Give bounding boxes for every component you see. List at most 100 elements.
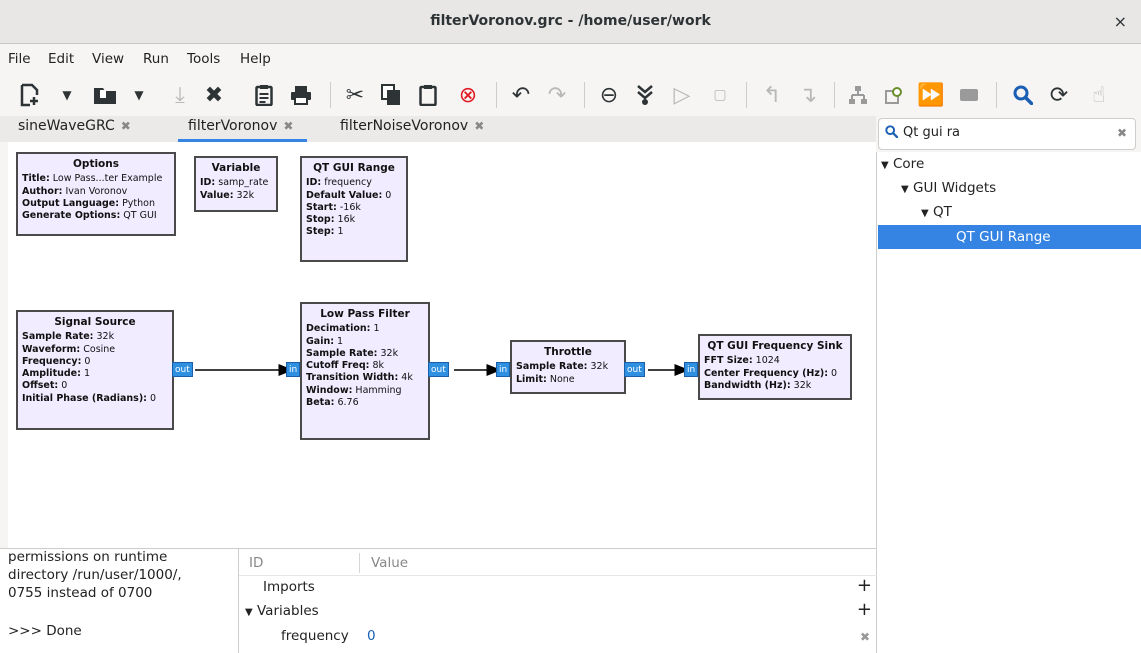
block-options[interactable]: Options Title: Low Pass...ter Example Au… (16, 152, 176, 236)
variable-value[interactable]: 0 (367, 628, 376, 644)
add-import-button[interactable]: + (857, 575, 872, 596)
block-qt-gui-frequency-sink[interactable]: QT GUI Frequency Sink FFT Size: 1024 Cen… (698, 334, 852, 400)
cut-icon[interactable]: ✂ (342, 80, 368, 110)
window-close-button[interactable]: × (1114, 12, 1127, 31)
tree-node-qt[interactable]: ▼ QT (921, 200, 1141, 224)
console-output: permissions on runtime directory /run/us… (0, 548, 238, 653)
variable-editor: ID Value Imports + ▼ Variables + frequen… (238, 548, 877, 653)
toolbar-separator (746, 82, 747, 108)
run-icon[interactable]: ⏩ (917, 80, 944, 110)
port-out[interactable]: out (624, 362, 645, 377)
toolbar-separator (584, 82, 585, 108)
find-block-icon[interactable] (882, 80, 906, 110)
clear-search-icon[interactable]: ✖ (1117, 126, 1127, 140)
port-in[interactable]: in (496, 362, 511, 377)
tree-node-qt-gui-range[interactable]: QT GUI Range (878, 225, 1141, 249)
block-throttle[interactable]: Throttle Sample Rate: 32k Limit: None (510, 340, 626, 394)
block-qt-gui-range[interactable]: QT GUI Range ID: frequency Default Value… (300, 156, 408, 262)
block-title: Options (73, 158, 119, 170)
block-library-tree: ▼ Core ▼ GUI Widgets ▼ QT QT GUI Range (876, 152, 1141, 653)
delete-icon[interactable]: ⊗ (455, 80, 481, 110)
expander-icon: ▼ (881, 160, 889, 171)
kill-icon[interactable] (956, 80, 982, 110)
stop-icon[interactable]: ▢ (708, 80, 732, 110)
block-variable[interactable]: Variable ID: samp_rate Value: 32k (194, 156, 278, 212)
tab-label: sineWaveGRC (18, 118, 115, 134)
print-icon[interactable] (288, 80, 314, 110)
expander-icon: ▼ (245, 607, 253, 618)
report-icon[interactable] (252, 80, 276, 110)
tab-close-icon[interactable]: ✖ (283, 119, 293, 133)
new-icon[interactable] (16, 80, 44, 110)
reload-icon[interactable]: ⟳ (1046, 80, 1072, 110)
tab-filternoisevoronov[interactable]: filterNoiseVoronov ✖ (340, 116, 484, 142)
port-in[interactable]: in (286, 362, 301, 377)
block-title: QT GUI Range (313, 162, 395, 174)
toolbar-separator (996, 82, 997, 108)
block-title: Signal Source (54, 316, 136, 328)
execute-icon[interactable]: ▷ (670, 80, 694, 110)
tab-close-icon[interactable]: ✖ (121, 119, 131, 133)
column-header-value[interactable]: Value (371, 555, 408, 571)
menu-help[interactable]: Help (240, 51, 271, 67)
row-variables[interactable]: ▼ Variables (245, 603, 319, 619)
block-search: ✖ (878, 118, 1136, 150)
menu-edit[interactable]: Edit (48, 51, 74, 67)
toolbar-separator (330, 82, 331, 108)
tab-close-icon[interactable]: ✖ (474, 119, 484, 133)
paste-icon[interactable] (415, 80, 441, 110)
tab-sinewavegrc[interactable]: sineWaveGRC ✖ (18, 116, 131, 142)
save-icon[interactable]: ⤓ (168, 80, 192, 110)
console-line: 0755 instead of 0700 (8, 585, 153, 601)
toolbar-separator (496, 82, 497, 108)
expander-icon: ▼ (921, 208, 929, 219)
tree-node-core[interactable]: ▼ Core (881, 152, 1141, 176)
block-title: Variable (211, 162, 261, 174)
remove-variable-icon[interactable]: ✖ (860, 630, 870, 644)
expander-icon: ▼ (901, 184, 909, 195)
block-signal-source[interactable]: Signal Source Sample Rate: 32k Waveform:… (16, 310, 174, 430)
toolbar-separator (834, 82, 835, 108)
menu-view[interactable]: View (92, 51, 124, 67)
generate-icon[interactable] (846, 80, 870, 110)
bypass-icon[interactable] (632, 80, 658, 110)
block-title: Throttle (544, 346, 592, 358)
toolbar: ▼ ▼ ⤓ ✖ ✂ ⊗ ↶ ↷ ⊖ ▷ ▢ ↰ ↴ ⏩ ⟳ ☝ (0, 72, 1141, 118)
tab-bar: sineWaveGRC ✖ filterVoronov ✖ filterNoiseV… (0, 116, 876, 142)
block-low-pass-filter[interactable]: Low Pass Filter Decimation: 1 Gain: 1 Sa… (300, 302, 430, 440)
help-icon[interactable]: ☝ (1086, 80, 1112, 110)
rotate-ccw-icon[interactable]: ↰ (760, 80, 784, 110)
menu-tools[interactable]: Tools (187, 51, 220, 67)
port-in[interactable]: in (684, 362, 699, 377)
disable-icon[interactable]: ⊖ (596, 80, 622, 110)
flowgraph-canvas[interactable]: Options Title: Low Pass...ter Example Au… (8, 142, 876, 548)
block-title: QT GUI Frequency Sink (707, 340, 843, 352)
close-file-icon[interactable]: ✖ (202, 80, 226, 110)
search-input[interactable] (903, 125, 1103, 140)
open-icon[interactable] (90, 80, 120, 110)
tab-label: filterNoiseVoronov (340, 118, 469, 134)
add-variable-button[interactable]: + (857, 599, 872, 620)
tab-label: filterVoronov (188, 118, 278, 134)
redo-icon[interactable]: ↷ (544, 80, 570, 110)
copy-icon[interactable] (378, 80, 404, 110)
tab-filtervoronov[interactable]: filterVoronov ✖ (178, 116, 308, 142)
window-title: filterVoronov.grc - /home/user/work (430, 13, 711, 29)
search-icon (885, 125, 899, 142)
menu-file[interactable]: File (8, 51, 31, 67)
row-imports[interactable]: Imports (263, 579, 315, 595)
search-icon[interactable] (1010, 80, 1036, 110)
dropdown-arrow-icon[interactable]: ▼ (58, 80, 76, 110)
title-bar: filterVoronov.grc - /home/user/work × (0, 0, 1141, 44)
undo-icon[interactable]: ↶ (508, 80, 534, 110)
port-out[interactable]: out (428, 362, 449, 377)
column-header-id[interactable]: ID (249, 555, 263, 571)
console-line: >>> Done (8, 623, 82, 639)
tree-node-gui-widgets[interactable]: ▼ GUI Widgets (901, 176, 1141, 200)
console-line: directory /run/user/1000/, (8, 567, 182, 583)
variable-id[interactable]: frequency (281, 628, 349, 644)
port-out[interactable]: out (172, 362, 193, 377)
menu-run[interactable]: Run (143, 51, 169, 67)
rotate-cw-icon[interactable]: ↴ (796, 80, 820, 110)
dropdown-arrow-icon[interactable]: ▼ (130, 80, 148, 110)
